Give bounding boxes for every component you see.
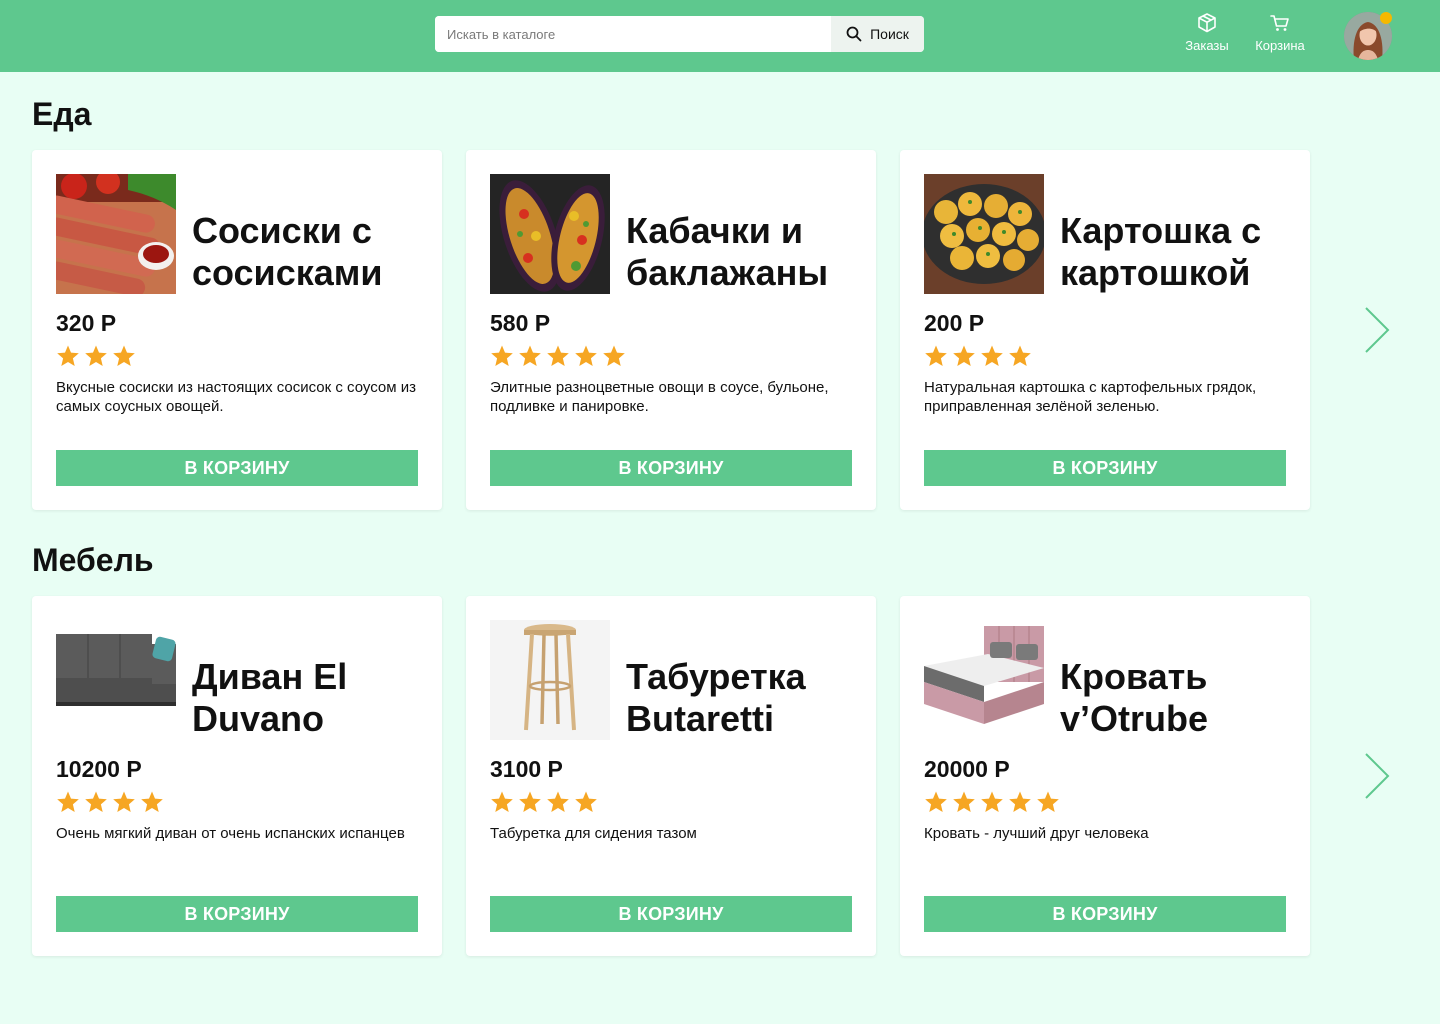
product-description: Кровать - лучший друг человека bbox=[924, 825, 1149, 842]
product-card: Сосиски с сосисками 320 Р Вкусные сосиск… bbox=[32, 150, 442, 510]
product-card: Диван El Duvano 10200 Р Очень мягкий див… bbox=[32, 596, 442, 956]
product-description: Элитные разноцветные овощи в соусе, буль… bbox=[490, 379, 829, 415]
add-to-cart-button[interactable]: В КОРЗИНУ bbox=[56, 896, 418, 932]
star-icon bbox=[519, 791, 541, 812]
rating-stars bbox=[490, 790, 598, 814]
notification-dot bbox=[1380, 12, 1392, 24]
rating-stars bbox=[56, 790, 164, 814]
product-image-sofa bbox=[56, 620, 176, 740]
star-icon bbox=[519, 345, 541, 366]
product-price: 10200 Р bbox=[56, 756, 142, 782]
star-icon bbox=[925, 791, 947, 812]
product-card: Картошка с картошкой 200 Р Натуральная к… bbox=[900, 150, 1310, 510]
product-image-sausages bbox=[56, 174, 176, 294]
star-icon bbox=[953, 345, 975, 366]
star-icon bbox=[575, 791, 597, 812]
product-description: Очень мягкий диван от очень испанских ис… bbox=[56, 825, 405, 842]
star-icon bbox=[1009, 345, 1031, 366]
section-title-furniture: Мебель bbox=[32, 542, 154, 578]
search-input[interactable] bbox=[435, 16, 831, 52]
product-title[interactable]: Табуретка Butaretti bbox=[626, 656, 866, 740]
star-icon bbox=[113, 345, 135, 366]
star-icon bbox=[953, 791, 975, 812]
rating-stars bbox=[490, 344, 626, 368]
product-description: Табуретка для сидения тазом bbox=[490, 825, 697, 842]
product-title[interactable]: Кабачки и баклажаны bbox=[626, 210, 866, 294]
star-icon bbox=[491, 791, 513, 812]
product-price: 580 Р bbox=[490, 310, 551, 336]
product-row-furniture: Диван El Duvano 10200 Р Очень мягкий див… bbox=[32, 596, 1332, 956]
section-title-food: Еда bbox=[32, 96, 92, 132]
star-icon bbox=[1009, 791, 1031, 812]
product-price: 20000 Р bbox=[924, 756, 1010, 782]
next-arrow-icon[interactable] bbox=[1362, 752, 1392, 800]
add-to-cart-button[interactable]: В КОРЗИНУ bbox=[490, 450, 852, 486]
rating-stars bbox=[56, 344, 136, 368]
add-to-cart-button[interactable]: В КОРЗИНУ bbox=[924, 450, 1286, 486]
star-icon bbox=[113, 791, 135, 812]
product-image-stool bbox=[490, 620, 610, 740]
product-title[interactable]: Диван El Duvano bbox=[192, 656, 432, 740]
star-icon bbox=[141, 791, 163, 812]
product-description: Натуральная картошка с картофельных гряд… bbox=[924, 379, 1257, 415]
product-description: Вкусные сосиски из настоящих сосисок с с… bbox=[56, 379, 416, 415]
cart-icon bbox=[1270, 15, 1289, 31]
star-icon bbox=[57, 791, 79, 812]
rating-stars bbox=[924, 790, 1060, 814]
nav-orders[interactable]: Заказы bbox=[1180, 12, 1234, 53]
product-card: Табуретка Butaretti 3100 Р Табуретка для… bbox=[466, 596, 876, 956]
nav-orders-label: Заказы bbox=[1185, 38, 1229, 53]
star-icon bbox=[85, 345, 107, 366]
search-button[interactable]: Поиск bbox=[831, 16, 924, 52]
star-icon bbox=[575, 345, 597, 366]
nav-cart[interactable]: Корзина bbox=[1250, 12, 1310, 53]
search-icon bbox=[846, 26, 862, 42]
star-icon bbox=[925, 345, 947, 366]
product-image-stuffed-eggplant bbox=[490, 174, 610, 294]
product-title[interactable]: Кровать v’Otrube bbox=[1060, 656, 1300, 740]
product-image-bed bbox=[924, 620, 1044, 740]
star-icon bbox=[981, 791, 1003, 812]
top-header: Поиск Заказы Корзина bbox=[0, 0, 1440, 72]
product-price: 320 Р bbox=[56, 310, 117, 336]
product-card: Кабачки и баклажаны 580 Р Элитные разноц… bbox=[466, 150, 876, 510]
star-icon bbox=[1037, 791, 1059, 812]
rating-stars bbox=[924, 344, 1032, 368]
product-title[interactable]: Картошка с картошкой bbox=[1060, 210, 1300, 294]
star-icon bbox=[603, 345, 625, 366]
add-to-cart-button[interactable]: В КОРЗИНУ bbox=[924, 896, 1286, 932]
star-icon bbox=[547, 345, 569, 366]
package-icon bbox=[1198, 13, 1216, 33]
star-icon bbox=[57, 345, 79, 366]
product-price: 200 Р bbox=[924, 310, 985, 336]
search-bar: Поиск bbox=[435, 16, 924, 52]
product-row-food: Сосиски с сосисками 320 Р Вкусные сосиск… bbox=[32, 150, 1332, 510]
product-image-potatoes bbox=[924, 174, 1044, 294]
add-to-cart-button[interactable]: В КОРЗИНУ bbox=[56, 450, 418, 486]
product-card: Кровать v’Otrube 20000 Р Кровать - лучши… bbox=[900, 596, 1310, 956]
star-icon bbox=[491, 345, 513, 366]
next-arrow-icon[interactable] bbox=[1362, 306, 1392, 354]
product-title[interactable]: Сосиски с сосисками bbox=[192, 210, 432, 294]
search-button-label: Поиск bbox=[870, 26, 909, 42]
add-to-cart-button[interactable]: В КОРЗИНУ bbox=[490, 896, 852, 932]
star-icon bbox=[85, 791, 107, 812]
nav-cart-label: Корзина bbox=[1255, 38, 1305, 53]
star-icon bbox=[981, 345, 1003, 366]
product-price: 3100 Р bbox=[490, 756, 563, 782]
star-icon bbox=[547, 791, 569, 812]
